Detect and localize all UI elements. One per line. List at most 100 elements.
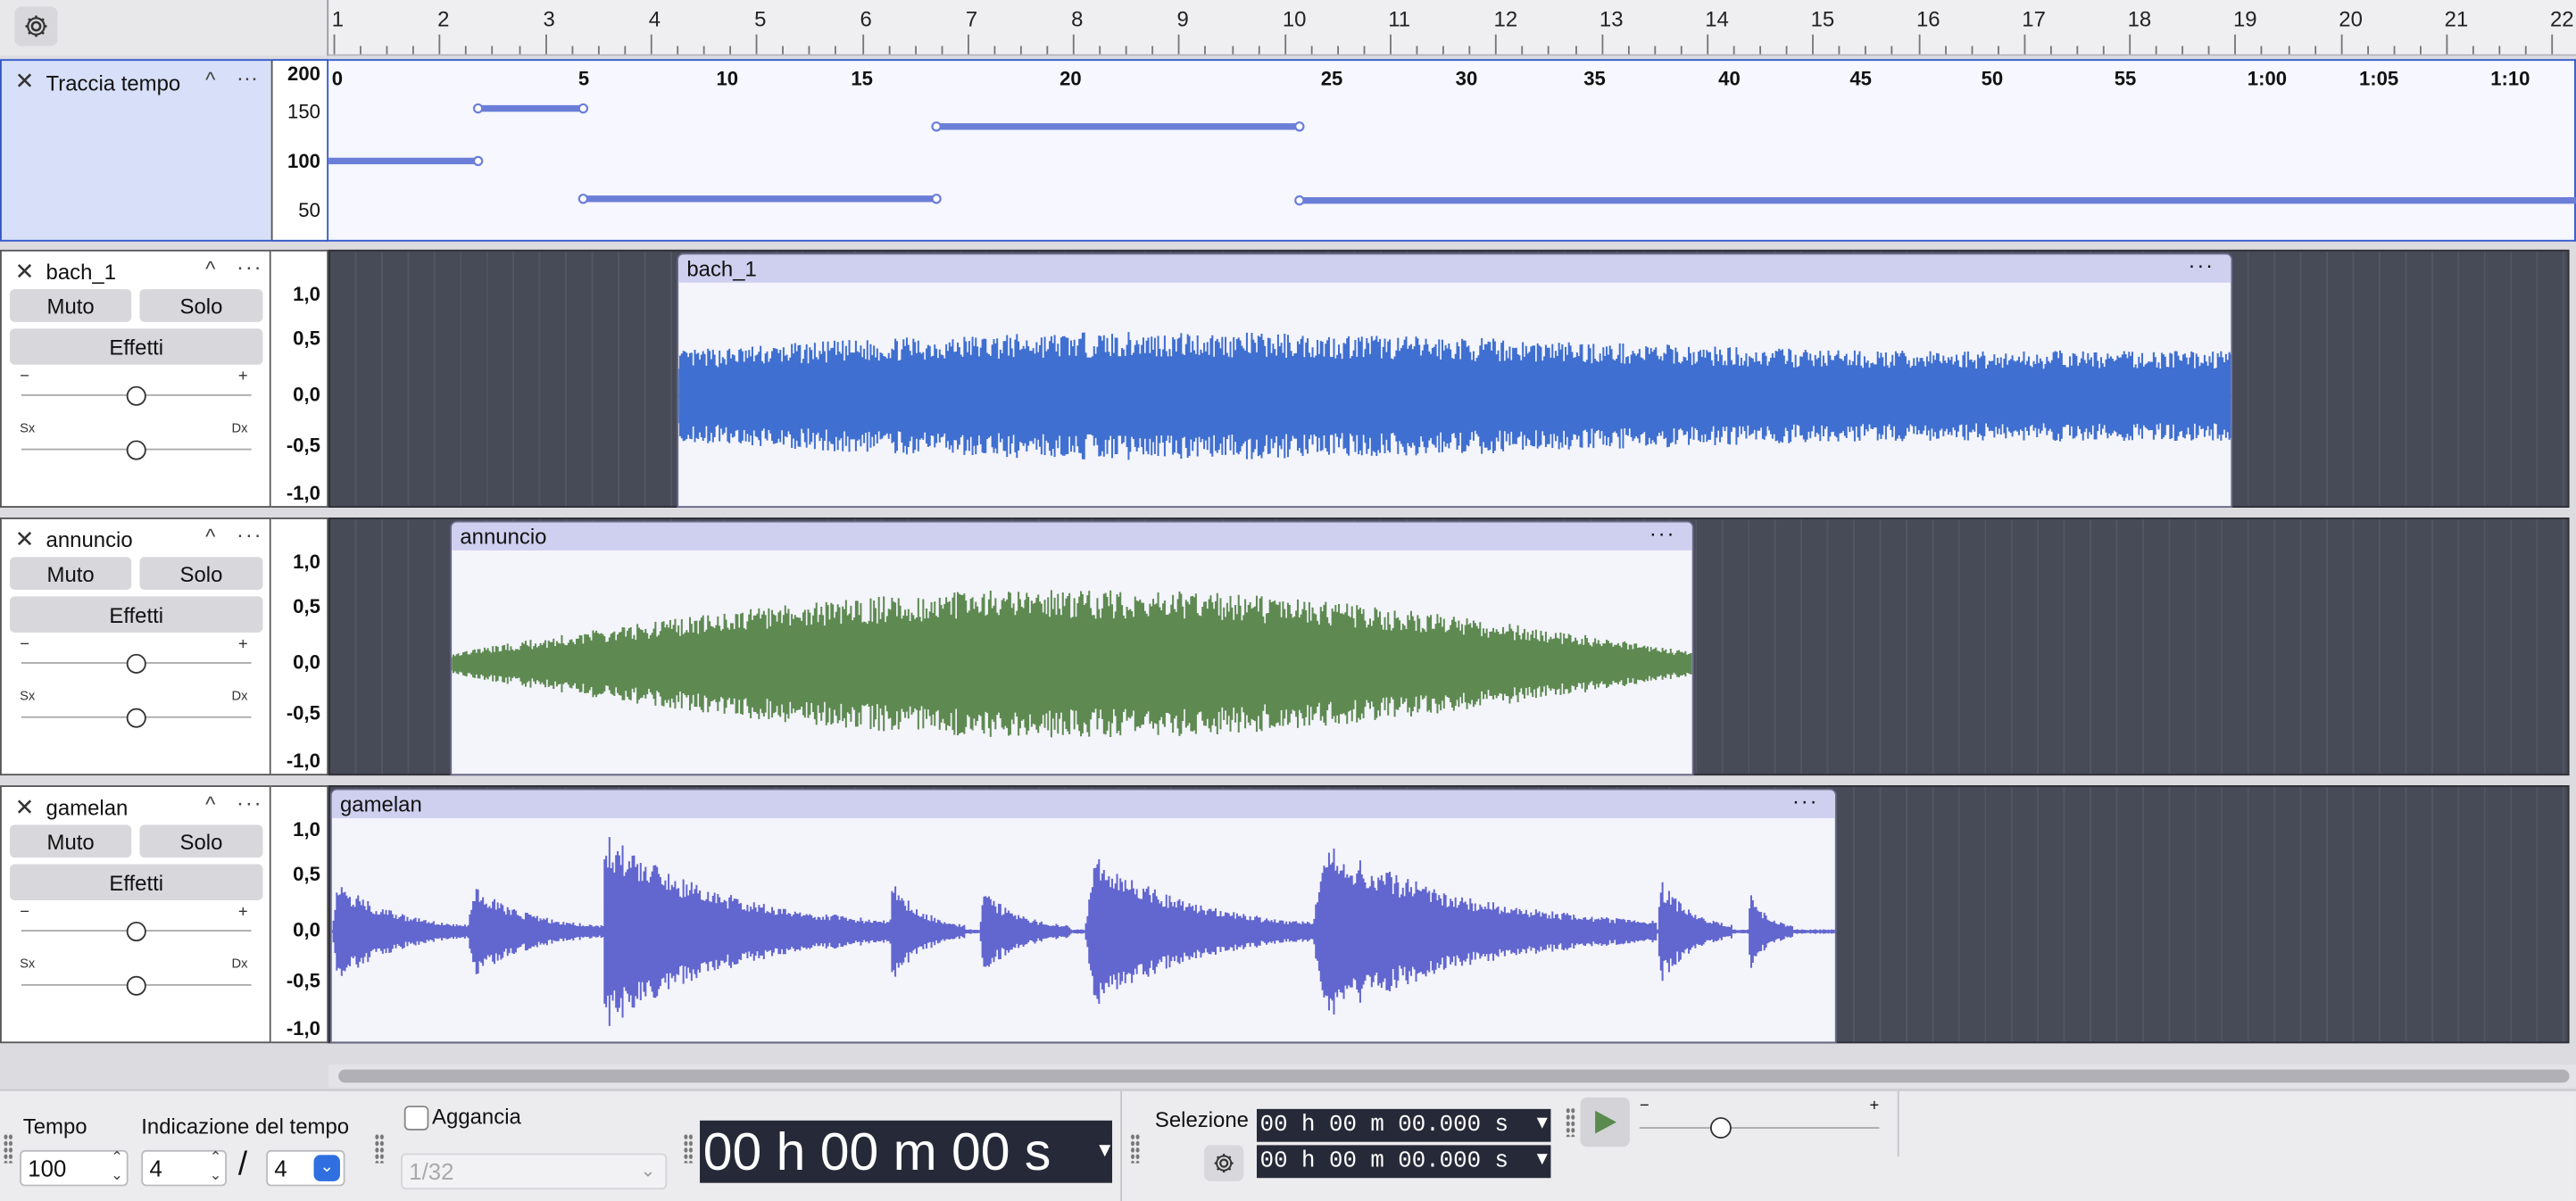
horizontal-scroll-track[interactable] bbox=[328, 1064, 2576, 1088]
audio-clip[interactable]: bach_1 ··· bbox=[677, 253, 2233, 508]
effects-button[interactable]: Effetti bbox=[10, 328, 263, 365]
solo-button[interactable]: Solo bbox=[139, 557, 263, 591]
gain-slider-knob[interactable] bbox=[126, 921, 146, 942]
tempo-track-name: Traccia tempo bbox=[46, 70, 181, 95]
timeline-settings-button[interactable] bbox=[14, 6, 58, 46]
toolbar-grip[interactable] bbox=[1130, 1133, 1141, 1164]
effects-button[interactable]: Effetti bbox=[10, 864, 263, 901]
selection-start-time[interactable]: 00 h 00 m 00.000 s ▾ bbox=[1256, 1107, 1551, 1142]
chevron-down-icon[interactable]: ▾ bbox=[1099, 1117, 1110, 1180]
time-signature-label: Indicazione del tempo bbox=[141, 1114, 350, 1139]
gain-slider-knob[interactable] bbox=[126, 653, 146, 674]
pan-slider-knob[interactable] bbox=[126, 975, 146, 996]
audio-track-lane[interactable]: annuncio ··· bbox=[328, 518, 2570, 776]
collapse-icon[interactable]: ^ bbox=[205, 524, 215, 549]
audio-clip[interactable]: annuncio ··· bbox=[450, 520, 1694, 776]
track-control-panel[interactable]: ✕ annuncio ^ ··· Muto Solo Effetti − + Sx Dx bbox=[0, 518, 271, 776]
audio-clip[interactable]: gamelan ··· bbox=[329, 788, 1837, 1044]
timeline-options-area bbox=[0, 0, 329, 56]
ruler-tick bbox=[702, 46, 705, 54]
pan-slider-knob[interactable] bbox=[126, 708, 146, 728]
track-menu-icon[interactable]: ··· bbox=[237, 791, 262, 816]
tempo-scale: 200 150 100 50 bbox=[270, 59, 329, 242]
selection-end-time[interactable]: 00 h 00 m 00.000 s ▾ bbox=[1256, 1144, 1551, 1179]
collapse-icon[interactable]: ^ bbox=[205, 792, 215, 817]
time-signature-numerator[interactable]: 4 ⌃ ⌄ bbox=[141, 1148, 227, 1187]
chevron-down-icon[interactable]: ▾ bbox=[1537, 1144, 1548, 1177]
amplitude-label: 1,0 bbox=[293, 817, 320, 841]
ruler-tick bbox=[1204, 46, 1207, 54]
pan-slider-knob[interactable] bbox=[126, 440, 146, 460]
ruler-tick bbox=[861, 34, 864, 54]
track-name: annuncio bbox=[46, 527, 133, 552]
waveform[interactable] bbox=[331, 818, 1835, 1041]
ruler-tick bbox=[2472, 46, 2474, 54]
ruler-tick bbox=[544, 34, 547, 54]
audio-track-lane[interactable]: bach_1 ··· bbox=[328, 249, 2570, 508]
ruler-tick bbox=[1812, 34, 1815, 54]
stepper-icon[interactable]: ⌃ ⌄ bbox=[111, 1148, 123, 1185]
close-tempo-track-icon[interactable]: ✕ bbox=[15, 67, 35, 95]
pan-left-label: Sx bbox=[20, 420, 36, 435]
audio-track-lane[interactable]: gamelan ··· bbox=[328, 785, 2570, 1044]
waveform[interactable] bbox=[678, 283, 2231, 506]
toolbar-grip[interactable] bbox=[683, 1133, 694, 1164]
clip-menu-icon[interactable]: ··· bbox=[2189, 254, 2215, 279]
snap-checkbox[interactable] bbox=[403, 1106, 429, 1131]
gear-icon bbox=[1214, 1154, 1234, 1173]
track-control-panel[interactable]: ✕ gamelan ^ ··· Muto Solo Effetti − + Sx Dx bbox=[0, 785, 271, 1044]
tempo-curve[interactable] bbox=[328, 61, 2576, 243]
clip-header[interactable]: bach_1 ··· bbox=[678, 254, 2231, 283]
ruler-label: 14 bbox=[1705, 6, 1729, 31]
toolbar-grip[interactable] bbox=[1565, 1107, 1576, 1138]
ruler-tick bbox=[1468, 46, 1471, 54]
collapse-icon[interactable]: ^ bbox=[205, 67, 215, 92]
clip-menu-icon[interactable]: ··· bbox=[1649, 523, 1675, 548]
clip-header[interactable]: annuncio ··· bbox=[452, 523, 1692, 551]
solo-button[interactable]: Solo bbox=[139, 824, 263, 858]
mute-button[interactable]: Muto bbox=[10, 557, 132, 591]
amplitude-label: -0,5 bbox=[286, 434, 320, 457]
speed-slider[interactable] bbox=[1639, 1127, 1880, 1129]
timeline-ruler[interactable]: 1 2 3 4 5 6 7 8 9 10 11 12 13 14 15 16 17 18 19 20 21 22 bbox=[0, 0, 2576, 56]
speed-slider-knob[interactable] bbox=[1709, 1117, 1732, 1139]
time-signature-denominator[interactable]: 4 ⌄ bbox=[266, 1149, 345, 1187]
solo-button[interactable]: Solo bbox=[139, 289, 263, 322]
snap-select[interactable]: 1/32 ⌄ bbox=[401, 1153, 668, 1190]
clip-name: bach_1 bbox=[686, 256, 757, 281]
clip-menu-icon[interactable]: ··· bbox=[1792, 791, 1818, 816]
stepper-icon[interactable]: ⌃ ⌄ bbox=[210, 1148, 222, 1185]
toolbar-grip[interactable] bbox=[374, 1133, 385, 1164]
mute-button[interactable]: Muto bbox=[10, 824, 132, 858]
ruler-tick bbox=[1600, 34, 1603, 54]
effects-button[interactable]: Effetti bbox=[10, 596, 263, 633]
track-menu-icon[interactable]: ··· bbox=[237, 66, 258, 91]
waveform[interactable] bbox=[452, 551, 1692, 774]
ruler-label: 16 bbox=[1915, 6, 1940, 31]
tempo-track-lane[interactable]: 0 5 10 15 20 25 30 35 40 45 50 55 1:00 1:05 1:10 bbox=[328, 59, 2576, 243]
mute-button[interactable]: Muto bbox=[10, 289, 132, 322]
close-track-icon[interactable]: ✕ bbox=[15, 526, 35, 553]
track-menu-icon[interactable]: ··· bbox=[237, 254, 262, 279]
amplitude-label: 1,0 bbox=[293, 550, 320, 574]
selection-settings-button[interactable] bbox=[1204, 1145, 1244, 1181]
ruler-tick bbox=[2049, 46, 2052, 54]
track-control-panel[interactable]: ✕ bach_1 ^ ··· Muto Solo Effetti − + Sx Dx bbox=[0, 249, 271, 508]
tempo-input[interactable]: 100 ⌃ ⌄ bbox=[20, 1148, 129, 1187]
horizontal-scrollbar-thumb[interactable] bbox=[338, 1069, 2570, 1083]
time-display[interactable]: 00 h 00 m 00 s ▾ bbox=[700, 1120, 1113, 1183]
toolbar-grip[interactable] bbox=[3, 1133, 13, 1164]
chevron-down-icon[interactable]: ⌄ bbox=[640, 1155, 655, 1188]
chevron-down-icon[interactable]: ⌄ bbox=[313, 1155, 340, 1181]
play-at-speed-button[interactable] bbox=[1580, 1097, 1630, 1147]
collapse-icon[interactable]: ^ bbox=[205, 256, 215, 281]
chevron-down-icon[interactable]: ▾ bbox=[1537, 1107, 1548, 1140]
close-track-icon[interactable]: ✕ bbox=[15, 258, 35, 286]
close-track-icon[interactable]: ✕ bbox=[15, 793, 35, 821]
clip-header[interactable]: gamelan ··· bbox=[331, 791, 1835, 818]
ruler-tick bbox=[1997, 46, 1999, 54]
tempo-label: Tempo bbox=[22, 1114, 87, 1139]
gain-slider-knob[interactable] bbox=[126, 385, 146, 406]
amplitude-label: -0,5 bbox=[286, 969, 320, 993]
track-menu-icon[interactable]: ··· bbox=[237, 523, 262, 548]
